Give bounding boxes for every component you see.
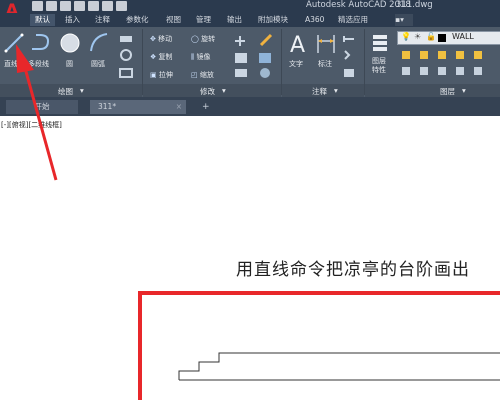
annotation-arrow bbox=[16, 44, 58, 181]
